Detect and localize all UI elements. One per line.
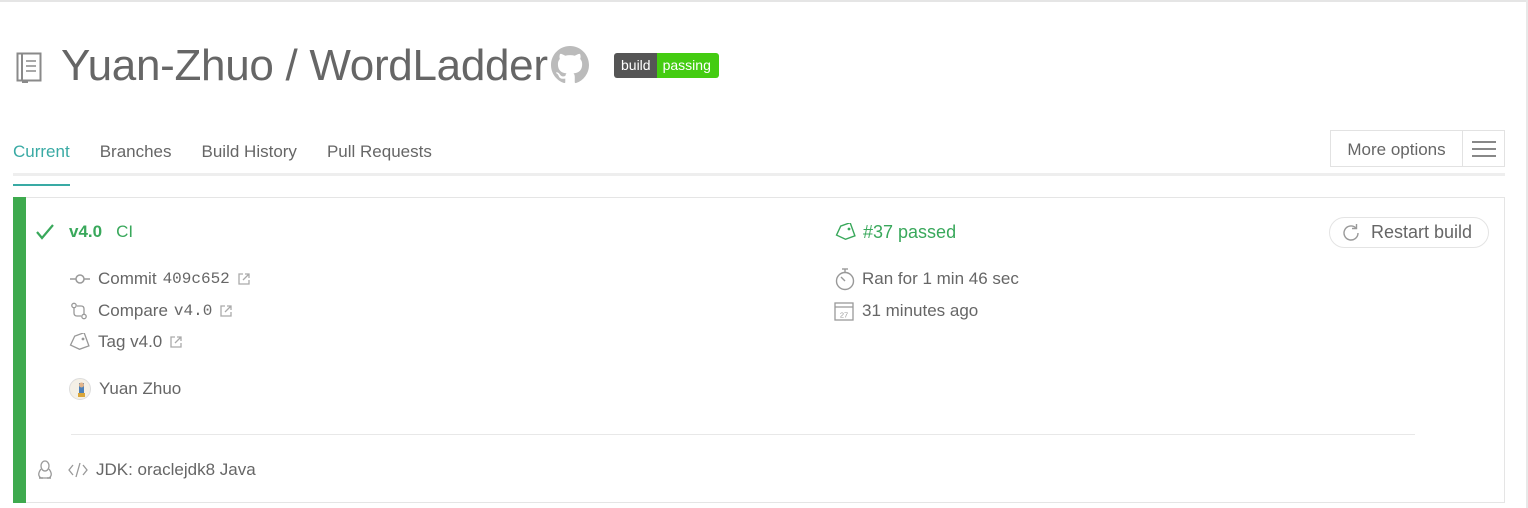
repo-icon xyxy=(16,52,42,83)
github-icon[interactable] xyxy=(551,46,589,84)
stopwatch-icon xyxy=(835,268,855,291)
restart-build-button[interactable]: Restart build xyxy=(1329,217,1489,248)
tabs-divider xyxy=(13,173,1505,176)
build-header: v4.0 CI xyxy=(35,219,133,245)
job-environment: JDK: oraclejdk8 Java xyxy=(96,460,256,479)
calendar-icon: 27 xyxy=(834,302,854,321)
job-divider xyxy=(71,434,1415,435)
build-number[interactable]: #37 passed xyxy=(863,222,956,243)
more-options-label[interactable]: More options xyxy=(1331,131,1463,166)
build-duration: Ran for 1 min 46 sec xyxy=(862,269,1019,288)
commit-icon xyxy=(70,274,90,284)
check-icon xyxy=(36,224,54,240)
branch-name[interactable]: v4.0 xyxy=(69,222,102,242)
code-icon xyxy=(68,462,88,478)
avatar xyxy=(69,378,91,400)
top-border xyxy=(0,0,1528,2)
tab-build-history[interactable]: Build History xyxy=(202,134,297,186)
job-row[interactable]: JDK: oraclejdk8 Java xyxy=(37,458,256,482)
tab-branches[interactable]: Branches xyxy=(100,134,172,186)
external-link-icon xyxy=(238,273,250,285)
commit-label: Commit xyxy=(98,269,157,288)
tag-label[interactable]: Tag v4.0 xyxy=(98,332,162,352)
author-row: Yuan Zhuo xyxy=(69,377,181,401)
build-number-row[interactable]: #37 passed xyxy=(834,219,956,245)
restart-icon xyxy=(1343,223,1359,241)
tag-icon xyxy=(835,223,856,241)
build-status-badge[interactable]: build passing xyxy=(614,53,719,78)
tag-row[interactable]: Tag v4.0 xyxy=(68,330,182,354)
calendar-day: 27 xyxy=(840,311,848,320)
linux-icon xyxy=(38,460,52,479)
build-finished: 31 minutes ago xyxy=(862,301,979,320)
badge-label: build xyxy=(614,53,657,78)
external-link-icon xyxy=(220,305,232,317)
repo-title[interactable]: Yuan-Zhuo / WordLadder xyxy=(61,38,548,94)
compare-icon xyxy=(71,302,87,320)
build-status-bar xyxy=(13,197,26,503)
more-options-button[interactable]: More options xyxy=(1330,130,1505,167)
tab-bar: Current Branches Build History Pull Requ… xyxy=(13,134,462,186)
compare-ref[interactable]: v4.0 xyxy=(174,302,212,320)
restart-build-label: Restart build xyxy=(1371,222,1473,242)
commit-hash[interactable]: 409c652 xyxy=(163,270,230,288)
external-link-icon xyxy=(170,336,182,348)
compare-row[interactable]: Compare v4.0 xyxy=(70,299,232,323)
menu-icon[interactable] xyxy=(1463,131,1504,166)
commit-row[interactable]: Commit 409c652 xyxy=(70,267,250,291)
commit-message: CI xyxy=(116,222,134,241)
duration-row: Ran for 1 min 46 sec xyxy=(834,266,1019,292)
tab-current[interactable]: Current xyxy=(13,134,70,186)
author-name: Yuan Zhuo xyxy=(99,379,182,398)
badge-status: passing xyxy=(656,53,719,78)
finished-row: 27 31 minutes ago xyxy=(834,299,978,323)
compare-label: Compare xyxy=(98,301,168,320)
tag-icon xyxy=(69,333,90,350)
tab-pull-requests[interactable]: Pull Requests xyxy=(327,134,432,186)
